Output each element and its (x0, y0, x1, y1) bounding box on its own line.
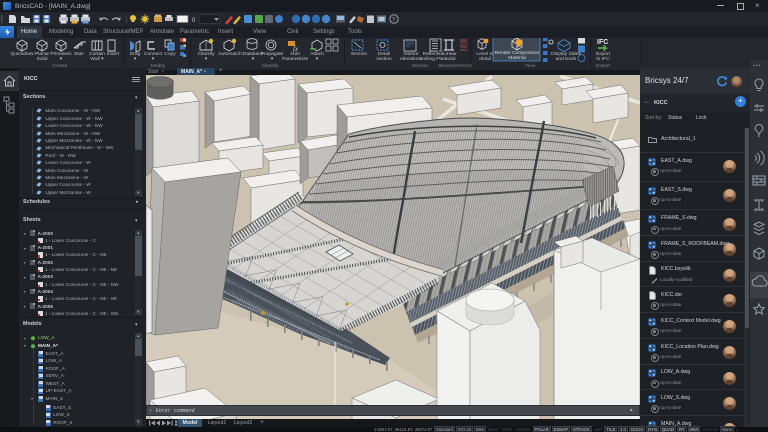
svg-text:0: 0 (192, 18, 196, 24)
svg-text:IFC: IFC (597, 39, 608, 46)
svg-text:?: ? (392, 16, 396, 23)
